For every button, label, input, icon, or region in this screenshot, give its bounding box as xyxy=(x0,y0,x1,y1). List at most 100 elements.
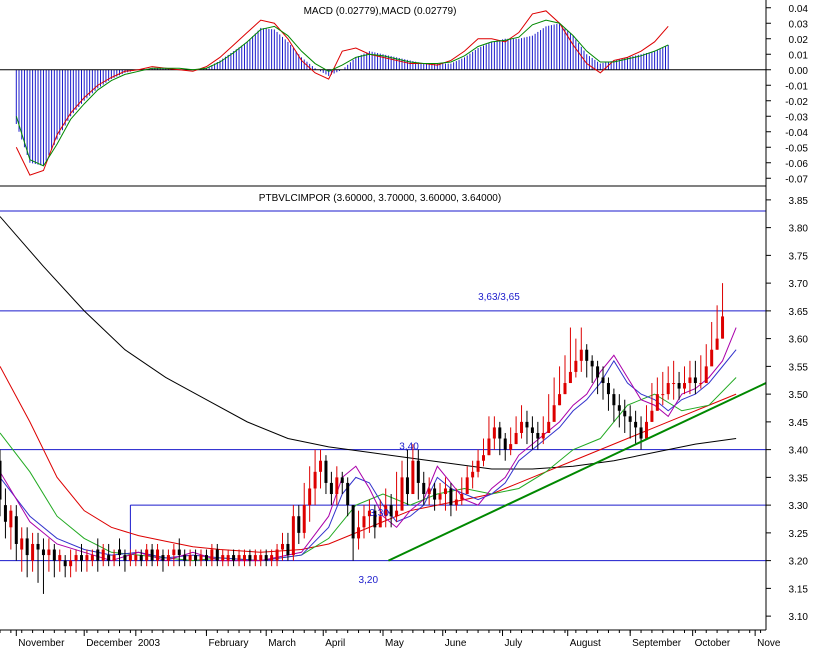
candle-body xyxy=(242,555,246,561)
candle-body xyxy=(596,366,600,378)
candle-body xyxy=(389,505,393,517)
price-y-tick-label: 3.15 xyxy=(789,584,809,595)
candle-body xyxy=(14,516,18,544)
x-tick-label: April xyxy=(325,638,345,649)
candle-body xyxy=(715,338,719,350)
candle-body xyxy=(536,432,540,439)
candle-body xyxy=(123,555,127,561)
candle-body xyxy=(199,555,203,561)
price-y-tick-label: 3.45 xyxy=(789,418,809,429)
candle-body xyxy=(101,549,105,561)
candle-body xyxy=(237,555,241,561)
candle-body xyxy=(221,555,225,561)
macd-y-tick-label: -0.03 xyxy=(785,112,808,123)
candle-body xyxy=(351,505,355,539)
candle-body xyxy=(335,477,339,495)
candle-body xyxy=(634,421,638,428)
price-y-tick-label: 3.30 xyxy=(789,501,809,512)
macd-y-tick-label: -0.02 xyxy=(785,97,808,108)
macd-y-tick-label: 0.01 xyxy=(789,50,809,61)
candle-body xyxy=(112,555,116,561)
annotation-label: 3,30 xyxy=(369,508,389,519)
candle-body xyxy=(574,360,578,372)
x-tick-label: May xyxy=(385,638,404,649)
candle-body xyxy=(319,460,323,472)
candle-body xyxy=(514,432,518,445)
price-y-tick-label: 3.25 xyxy=(789,529,809,540)
candle-body xyxy=(650,410,654,422)
candle-body xyxy=(699,383,703,385)
candle-body xyxy=(422,482,426,495)
candle-body xyxy=(579,349,583,361)
candle-body xyxy=(264,555,268,561)
macd-title: MACD (0.02779),MACD (0.02779) xyxy=(304,6,457,17)
candle-body xyxy=(530,427,534,433)
macd-y-tick-label: 0.03 xyxy=(789,19,809,30)
candle-body xyxy=(476,460,480,472)
x-tick-label: July xyxy=(505,638,523,649)
annotation-label: 3,40 xyxy=(399,442,419,453)
candle-body xyxy=(563,383,567,395)
candle-body xyxy=(617,405,621,411)
candle-body xyxy=(275,549,279,561)
price-y-tick-label: 3.20 xyxy=(789,557,809,568)
candle-body xyxy=(498,427,502,439)
macd-y-tick-label: -0.06 xyxy=(785,159,808,170)
candle-body xyxy=(52,549,56,561)
candle-body xyxy=(449,488,453,506)
candle-body xyxy=(161,555,165,561)
candle-body xyxy=(118,549,122,556)
candle-body xyxy=(302,505,306,533)
candle-body xyxy=(487,438,491,456)
price-y-tick-label: 3.75 xyxy=(789,251,809,262)
candle-body xyxy=(128,555,132,561)
candle-body xyxy=(395,510,399,517)
candle-body xyxy=(156,549,160,561)
x-tick-label: August xyxy=(570,638,601,649)
candle-body xyxy=(183,555,187,561)
candle-body xyxy=(0,460,2,500)
candle-body xyxy=(411,460,415,495)
price-title: PTBVLCIMPOR (3.60000, 3.70000, 3.60000, … xyxy=(259,193,501,204)
price-y-tick-label: 3.80 xyxy=(789,224,809,235)
candle-body xyxy=(704,366,708,384)
candle-body xyxy=(585,349,589,361)
x-tick-label: June xyxy=(445,638,467,649)
candle-body xyxy=(150,549,154,561)
macd-y-tick-label: -0.07 xyxy=(785,174,808,185)
macd-y-tick-label: -0.04 xyxy=(785,128,808,139)
candle-body xyxy=(69,560,73,567)
candle-body xyxy=(248,555,252,561)
candle-body xyxy=(215,549,219,561)
candle-body xyxy=(177,549,181,556)
candle-body xyxy=(460,494,464,500)
x-tick-label: Nove xyxy=(757,638,781,649)
candle-body xyxy=(710,349,714,367)
x-tick-label: December xyxy=(86,638,133,649)
candle-body xyxy=(31,543,35,561)
candle-body xyxy=(623,410,627,417)
candle-body xyxy=(9,510,13,528)
price-y-tick-label: 3.35 xyxy=(789,473,809,484)
candle-body xyxy=(259,555,263,561)
candle-body xyxy=(558,394,562,406)
price-y-tick-label: 3.70 xyxy=(789,279,809,290)
candle-body xyxy=(666,383,670,395)
annotation-label: 3,20 xyxy=(359,575,379,586)
price-y-tick-label: 3.50 xyxy=(789,390,809,401)
annotation-label: 3,63/3,65 xyxy=(478,292,520,303)
candle-body xyxy=(433,488,437,500)
x-tick-label: October xyxy=(695,638,731,649)
candle-body xyxy=(677,383,681,389)
candle-body xyxy=(3,505,7,522)
candle-body xyxy=(90,555,94,561)
candle-body xyxy=(525,421,529,428)
candle-body xyxy=(503,438,507,450)
candle-body xyxy=(204,555,208,561)
candle-body xyxy=(547,421,551,433)
candle-body xyxy=(721,316,725,339)
candle-body xyxy=(520,421,524,433)
candle-body xyxy=(482,455,486,461)
x-tick-label: February xyxy=(208,638,248,649)
candle-body xyxy=(20,538,24,550)
